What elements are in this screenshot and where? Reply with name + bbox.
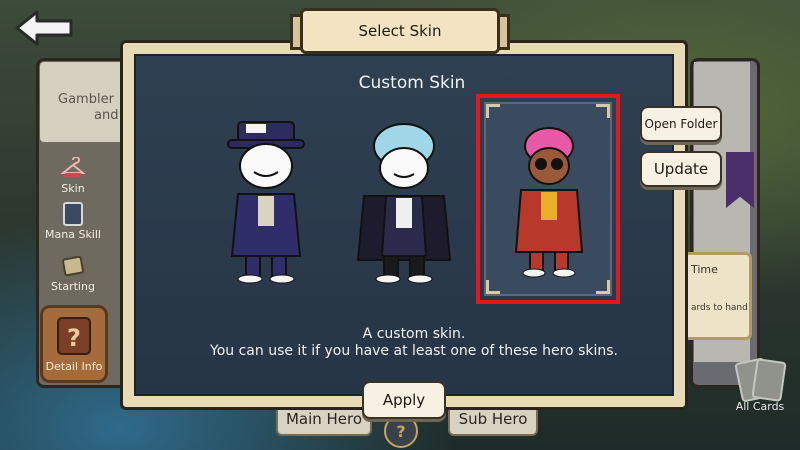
gambler-hero-blue-hair-icon: [356, 123, 452, 284]
random-hero-icon[interactable]: ?: [384, 414, 418, 448]
skill-card: Time ards to hand: [682, 252, 752, 340]
apply-button[interactable]: Apply: [362, 381, 446, 419]
sub-hero-label: Sub Hero: [458, 410, 528, 428]
skin-option-2[interactable]: [356, 116, 452, 284]
card-corner: [486, 280, 500, 294]
skill-card-title: Time: [691, 263, 718, 276]
card-icon: [61, 202, 85, 226]
side-menu-label: Starting: [51, 280, 95, 293]
side-menu-mana-skill[interactable]: Mana Skill: [42, 202, 104, 241]
open-folder-button[interactable]: Open Folder: [640, 106, 722, 142]
svg-text:?: ?: [67, 324, 81, 352]
update-label: Update: [653, 160, 709, 178]
cards-stack-icon: [730, 357, 790, 403]
all-cards-button[interactable]: All Cards: [720, 357, 800, 418]
dialog-title: Select Skin: [358, 22, 442, 40]
side-menu-label: Skin: [61, 182, 85, 195]
card-corner: [596, 280, 610, 294]
side-menu-skin[interactable]: Skin: [42, 156, 104, 195]
all-cards-label: All Cards: [735, 400, 785, 413]
section-title: Custom Skin: [358, 73, 466, 93]
dialog-title-ribbon: Select Skin: [300, 8, 500, 54]
card-corner: [596, 104, 610, 118]
detail-info-label: Detail Info: [45, 360, 103, 373]
hanger-icon: [61, 156, 85, 180]
apply-label: Apply: [382, 391, 426, 409]
gambler-hero-pink-hair-red-suit-icon: [514, 127, 584, 278]
open-folder-label: Open Folder: [644, 117, 718, 131]
hero-name-label: Gambler and: [58, 92, 119, 123]
skill-card-text: ards to hand: [691, 303, 748, 313]
back-button[interactable]: [14, 10, 74, 46]
question-book-icon: ?: [54, 314, 94, 358]
skin-description: A custom skin. You can use it if you hav…: [184, 326, 644, 360]
skin-option-3-selected[interactable]: [476, 94, 620, 304]
back-arrow-icon: [15, 10, 73, 46]
skin-option-1[interactable]: [218, 116, 314, 284]
main-hero-label: Main Hero: [285, 410, 363, 428]
description-line-2: You can use it if you have at least one …: [210, 343, 618, 359]
gambler-hero-purple-hat-icon: [227, 121, 305, 284]
scroll-icon: [61, 254, 85, 278]
detail-info-tab[interactable]: ? Detail Info: [40, 305, 108, 383]
card-corner: [486, 104, 500, 118]
description-line-1: A custom skin.: [362, 326, 466, 342]
random-hero-symbol: ?: [396, 421, 406, 441]
side-menu-label: Mana Skill: [45, 228, 101, 241]
side-menu-starting[interactable]: Starting: [42, 254, 104, 293]
update-button[interactable]: Update: [640, 151, 722, 187]
